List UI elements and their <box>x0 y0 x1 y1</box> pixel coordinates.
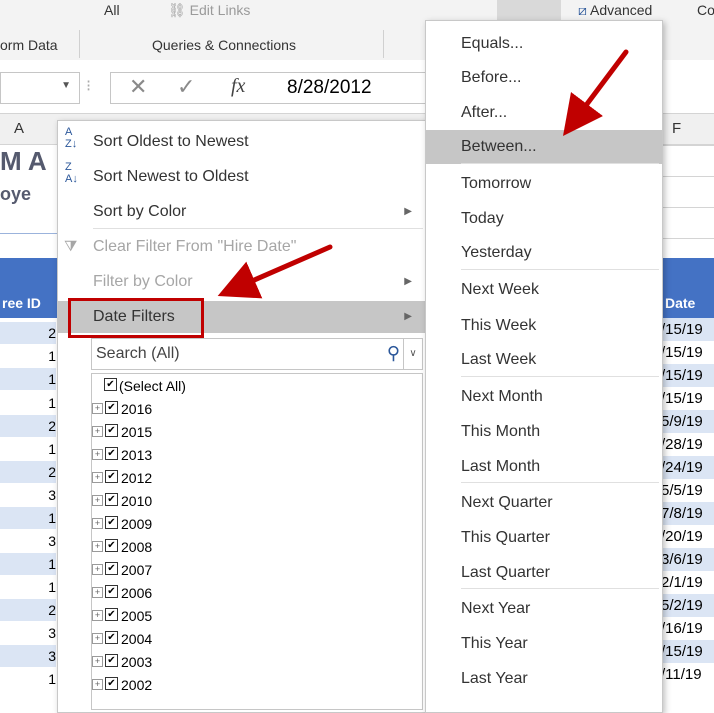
annotation-arrows <box>217 49 629 299</box>
arrow-to-between <box>563 49 629 136</box>
arrow-to-date-filters <box>217 244 333 299</box>
